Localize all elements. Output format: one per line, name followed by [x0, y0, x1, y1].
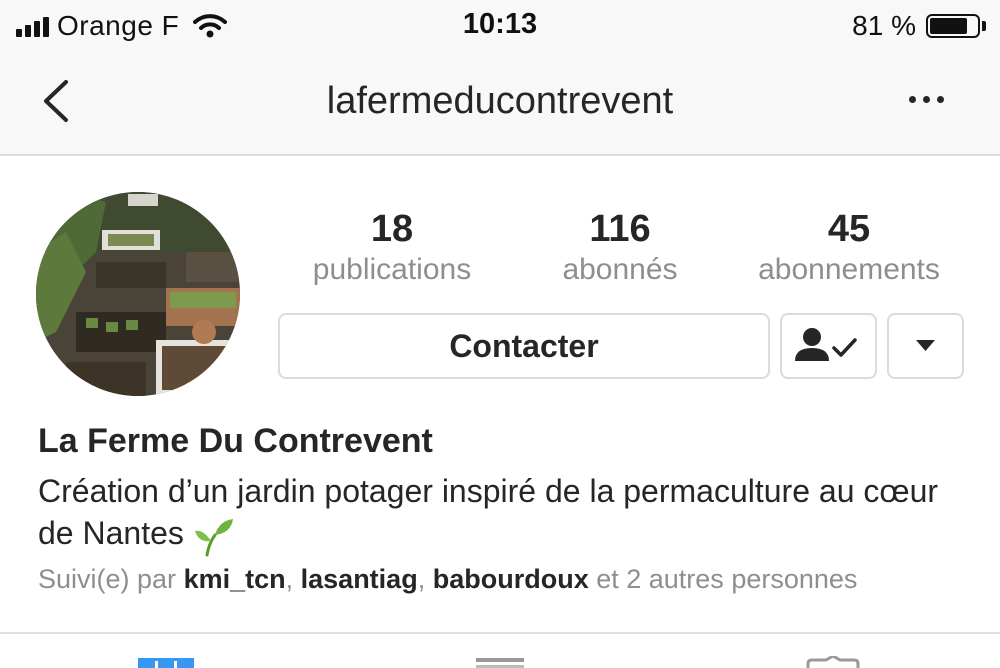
nav-header: lafermeducontrevent	[0, 52, 1000, 156]
stat-posts-count: 18	[370, 208, 414, 250]
comma: ,	[285, 564, 294, 594]
profile-name: La Ferme Du Contrevent	[38, 422, 433, 460]
followed-by[interactable]: Suivi(e) par kmi_tcn, lasantiag, babourd…	[38, 564, 857, 595]
stat-following[interactable]: 45 abonnements	[748, 205, 950, 287]
page-title: lafermeducontrevent	[326, 80, 674, 122]
stat-posts-label: publications	[312, 253, 472, 286]
stat-following-label: abonnements	[758, 253, 940, 286]
avatar-photo	[36, 192, 240, 396]
status-bar: Orange F 10:13 81 %	[0, 0, 1000, 52]
followed-by-prefix: Suivi(e) par	[38, 564, 177, 594]
battery-percent: 81 %	[852, 10, 916, 41]
profile-bio: Création d’un jardin potager inspiré de …	[38, 470, 968, 557]
stat-following-count: 45	[827, 208, 871, 250]
battery-icon	[926, 14, 980, 38]
status-right: 81 %	[852, 8, 986, 44]
followed-by-user[interactable]: kmi_tcn	[184, 564, 286, 594]
comma: ,	[417, 564, 426, 594]
bio-text: Création d’un jardin potager inspiré de …	[38, 473, 939, 551]
avatar[interactable]	[36, 192, 240, 396]
suggestions-dropdown-button[interactable]	[887, 313, 964, 379]
person-check-icon	[795, 328, 857, 361]
battery-cap	[982, 21, 986, 31]
seedling-icon	[194, 518, 233, 557]
battery-fill	[930, 18, 967, 34]
list-icon[interactable]	[476, 656, 524, 668]
followed-by-user[interactable]: babourdoux	[433, 564, 589, 594]
following-button[interactable]	[780, 313, 877, 379]
followed-by-user[interactable]: lasantiag	[301, 564, 418, 594]
status-time: 10:13	[462, 8, 538, 40]
followed-by-suffix: et 2 autres personnes	[596, 564, 858, 594]
stat-followers-count: 116	[589, 208, 651, 250]
caret-down-icon	[916, 340, 935, 351]
stat-followers[interactable]: 116 abonnés	[540, 205, 700, 287]
contact-button[interactable]: Contacter	[278, 313, 770, 379]
tagged-icon[interactable]	[806, 656, 860, 668]
stat-posts[interactable]: 18 publications	[302, 205, 482, 287]
more-horizontal-icon[interactable]	[909, 96, 944, 103]
divider	[0, 632, 1000, 634]
grid-icon[interactable]	[138, 656, 194, 668]
stat-followers-label: abonnés	[562, 253, 678, 286]
